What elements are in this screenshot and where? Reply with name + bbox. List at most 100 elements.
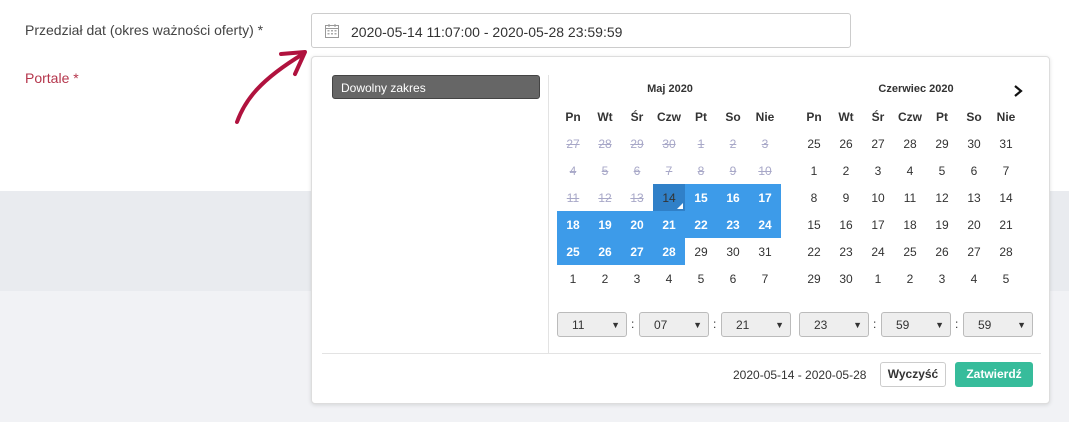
day-cell-next-month[interactable]: 5 xyxy=(685,265,717,292)
day-cell[interactable]: 30 xyxy=(830,265,862,292)
preset-any-range[interactable]: Dowolny zakres xyxy=(332,75,540,99)
day-cell-next-month[interactable]: 5 xyxy=(990,265,1022,292)
day-cell-in-range[interactable]: 24 xyxy=(749,211,781,238)
day-cell-in-range[interactable]: 21 xyxy=(653,211,685,238)
day-cell[interactable]: 8 xyxy=(798,184,830,211)
day-cell[interactable]: 17 xyxy=(862,211,894,238)
day-cell-in-range[interactable]: 25 xyxy=(557,238,589,265)
day-cell[interactable]: 15 xyxy=(798,211,830,238)
start-minute-select[interactable]: 07 ▼ xyxy=(639,312,709,337)
date-range-input[interactable]: 2020-05-14 11:07:00 - 2020-05-28 23:59:5… xyxy=(311,13,851,48)
day-cell[interactable]: 3 xyxy=(862,157,894,184)
day-cell-next-month[interactable]: 3 xyxy=(926,265,958,292)
day-cell[interactable]: 18 xyxy=(894,211,926,238)
day-cell-next-month[interactable]: 1 xyxy=(862,265,894,292)
weekday: Nie xyxy=(996,109,1016,124)
day-cell-in-range[interactable]: 20 xyxy=(621,211,653,238)
day-cell[interactable]: 24 xyxy=(862,238,894,265)
day-cell-prev-month[interactable]: 31 xyxy=(990,130,1022,157)
portals-label: Portale * xyxy=(25,70,79,86)
time-separator: : xyxy=(955,317,959,331)
day-cell-next-month[interactable]: 2 xyxy=(894,265,926,292)
chevron-down-icon: ▼ xyxy=(1017,320,1026,330)
day-cell: 1 xyxy=(697,136,705,151)
day-cell-in-range[interactable]: 18 xyxy=(557,211,589,238)
day-cell[interactable]: 14 xyxy=(990,184,1022,211)
day-cell[interactable]: 4 xyxy=(894,157,926,184)
weekday: Pt xyxy=(695,109,707,124)
day-cell-in-range[interactable]: 16 xyxy=(717,184,749,211)
day-cell: 29 xyxy=(630,136,644,151)
day-cell-next-month[interactable]: 2 xyxy=(589,265,621,292)
chevron-down-icon: ▼ xyxy=(693,320,702,330)
day-cell-range-start[interactable]: 14 xyxy=(653,184,685,211)
end-hour-value: 23 xyxy=(814,318,828,332)
day-cell[interactable]: 25 xyxy=(894,238,926,265)
day-cell-next-month[interactable]: 4 xyxy=(958,265,990,292)
weekday: Śr xyxy=(630,109,644,124)
divider xyxy=(548,75,549,353)
day-cell[interactable]: 1 xyxy=(798,157,830,184)
day-cell-in-range[interactable]: 15 xyxy=(685,184,717,211)
day-cell-in-range[interactable]: 19 xyxy=(589,211,621,238)
start-second-select[interactable]: 21 ▼ xyxy=(721,312,791,337)
end-minute-select[interactable]: 59 ▼ xyxy=(881,312,951,337)
day-cell-in-range[interactable]: 26 xyxy=(589,238,621,265)
day-cell-next-month[interactable]: 1 xyxy=(557,265,589,292)
day-cell[interactable]: 6 xyxy=(958,157,990,184)
weekday: So xyxy=(725,109,741,124)
day-cell[interactable]: 26 xyxy=(926,238,958,265)
day-cell-next-month[interactable]: 6 xyxy=(717,265,749,292)
weekday: Śr xyxy=(871,109,885,124)
day-cell-prev-month[interactable]: 29 xyxy=(926,130,958,157)
day-cell: 8 xyxy=(697,163,705,178)
day-cell[interactable]: 16 xyxy=(830,211,862,238)
end-second-select[interactable]: 59 ▼ xyxy=(963,312,1033,337)
day-cell-in-range[interactable]: 22 xyxy=(685,211,717,238)
day-cell-in-range[interactable]: 27 xyxy=(621,238,653,265)
day-cell[interactable]: 23 xyxy=(830,238,862,265)
day-cell[interactable]: 13 xyxy=(958,184,990,211)
day-cell-in-range[interactable]: 17 xyxy=(749,184,781,211)
day-cell[interactable]: 22 xyxy=(798,238,830,265)
day-cell-next-month[interactable]: 3 xyxy=(621,265,653,292)
day-cell-prev-month[interactable]: 30 xyxy=(958,130,990,157)
day-cell[interactable]: 31 xyxy=(749,238,781,265)
day-cell[interactable]: 12 xyxy=(926,184,958,211)
clear-button[interactable]: Wyczyść xyxy=(880,362,946,387)
day-cell: 6 xyxy=(633,163,641,178)
day-cell-in-range[interactable]: 23 xyxy=(717,211,749,238)
month-title-left: Maj 2020 xyxy=(647,83,693,95)
day-cell[interactable]: 7 xyxy=(990,157,1022,184)
day-cell[interactable]: 28 xyxy=(990,238,1022,265)
confirm-button[interactable]: Zatwierdź xyxy=(955,362,1033,387)
day-cell-range-end[interactable]: 28 xyxy=(653,238,685,265)
day-cell-prev-month[interactable]: 25 xyxy=(798,130,830,157)
chevron-right-icon[interactable] xyxy=(1010,83,1026,99)
calendar-icon xyxy=(325,24,339,38)
day-cell[interactable]: 29 xyxy=(685,238,717,265)
time-separator: : xyxy=(873,317,877,331)
day-cell-next-month[interactable]: 7 xyxy=(749,265,781,292)
day-cell[interactable]: 5 xyxy=(926,157,958,184)
date-range-label: Przedział dat (okres ważności oferty) * xyxy=(25,22,264,38)
day-cell[interactable]: 30 xyxy=(717,238,749,265)
end-hour-select[interactable]: 23 ▼ xyxy=(799,312,869,337)
start-hour-select[interactable]: 11 ▼ xyxy=(557,312,627,337)
day-cell-prev-month[interactable]: 28 xyxy=(894,130,926,157)
day-cell-next-month[interactable]: 4 xyxy=(653,265,685,292)
day-cell[interactable]: 27 xyxy=(958,238,990,265)
start-minute-value: 07 xyxy=(654,318,668,332)
day-cell[interactable]: 29 xyxy=(798,265,830,292)
day-cell[interactable]: 10 xyxy=(862,184,894,211)
weekday: Wt xyxy=(597,109,613,124)
day-cell-prev-month[interactable]: 26 xyxy=(830,130,862,157)
day-cell[interactable]: 19 xyxy=(926,211,958,238)
day-cell: 5 xyxy=(601,163,609,178)
day-cell[interactable]: 2 xyxy=(830,157,862,184)
day-cell[interactable]: 11 xyxy=(894,184,926,211)
day-cell[interactable]: 21 xyxy=(990,211,1022,238)
day-cell[interactable]: 20 xyxy=(958,211,990,238)
day-cell-prev-month[interactable]: 27 xyxy=(862,130,894,157)
day-cell[interactable]: 9 xyxy=(830,184,862,211)
